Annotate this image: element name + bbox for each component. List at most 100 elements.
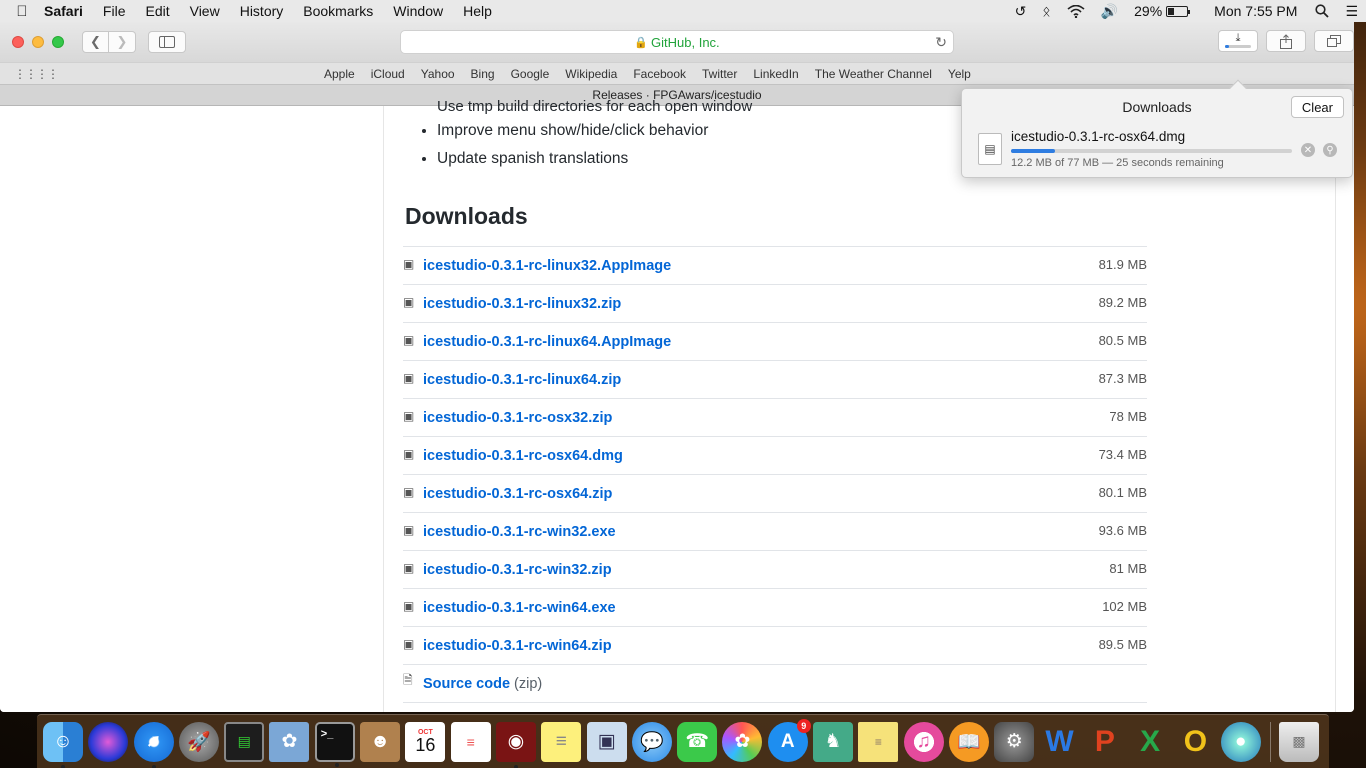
close-window-button[interactable] <box>12 36 24 48</box>
spotlight-search-icon[interactable] <box>1307 4 1337 18</box>
reload-icon[interactable]: ↻ <box>935 34 947 51</box>
back-button[interactable]: ❮ <box>82 31 109 53</box>
favorite-weather-channel[interactable]: The Weather Channel <box>807 67 940 81</box>
downloads-heading: Downloads <box>405 203 528 229</box>
asset-link[interactable]: icestudio-0.3.1-rc-win64.zip <box>423 638 612 654</box>
menu-edit[interactable]: Edit <box>135 3 179 19</box>
powerpoint-icon[interactable]: P <box>1085 722 1125 762</box>
share-button[interactable] <box>1266 30 1306 52</box>
asset-link[interactable]: icestudio-0.3.1-rc-linux64.AppImage <box>423 334 671 350</box>
clock[interactable]: Mon 7:55 PM <box>1196 3 1307 19</box>
fullscreen-window-button[interactable] <box>52 36 64 48</box>
chess-icon[interactable]: ♞ <box>813 721 854 762</box>
package-icon: ▣ <box>403 560 415 575</box>
asset-link[interactable]: icestudio-0.3.1-rc-win32.exe <box>423 524 616 540</box>
photos-icon[interactable]: ✿ <box>722 721 763 762</box>
itunes-icon[interactable]: ♫ <box>903 721 944 762</box>
calendar-icon[interactable]: OCT 16 <box>405 721 446 762</box>
favorite-google[interactable]: Google <box>503 67 558 81</box>
minimize-window-button[interactable] <box>32 36 44 48</box>
menu-help[interactable]: Help <box>453 3 502 19</box>
favorite-facebook[interactable]: Facebook <box>625 67 694 81</box>
image-capture-icon[interactable]: ▣ <box>586 721 627 762</box>
favorite-icloud[interactable]: iCloud <box>363 67 413 81</box>
menu-bar:  Safari File Edit View History Bookmark… <box>0 0 1366 22</box>
battery-status[interactable]: 29% <box>1126 3 1196 19</box>
address-bar[interactable]: 🔒 GitHub, Inc. ↻ <box>400 30 954 54</box>
favorite-yahoo[interactable]: Yahoo <box>413 67 463 81</box>
cancel-download-icon[interactable]: ✕ <box>1301 143 1315 157</box>
web-page: Use tmp build directories for each open … <box>0 98 1354 712</box>
app-store-icon[interactable]: A9 <box>767 718 811 762</box>
stickies-icon[interactable]: ≡ <box>858 721 899 762</box>
favorite-yelp[interactable]: Yelp <box>940 67 979 81</box>
menu-app-safari[interactable]: Safari <box>44 3 93 19</box>
asset-link[interactable]: icestudio-0.3.1-rc-osx32.zip <box>423 410 612 426</box>
favorite-linkedin[interactable]: LinkedIn <box>745 67 806 81</box>
bluetooth-icon[interactable]: ᛟ <box>1034 3 1058 19</box>
contacts-icon[interactable]: ☻ <box>360 721 401 762</box>
asset-row: ▣ icestudio-0.3.1-rc-osx64.zip 80.1 MB <box>403 475 1147 513</box>
dock: ☺ ➚ 🚀 ▤ ✿ >_ ☻ OCT 16 ≡ ◉ ≡ ▣ 💬 ☎ ✿ A9 ♞… <box>37 714 1329 768</box>
network-icon[interactable]: ● <box>1220 721 1261 762</box>
launchpad-icon[interactable]: 🚀 <box>178 721 219 762</box>
messages-icon[interactable]: 💬 <box>631 721 672 762</box>
ibooks-icon[interactable]: 📖 <box>948 721 989 762</box>
asset-link[interactable]: icestudio-0.3.1-rc-linux64.zip <box>423 372 621 388</box>
source-code-label: Source code <box>423 675 511 692</box>
app-store-badge: 9 <box>796 718 811 733</box>
wifi-icon[interactable] <box>1059 4 1093 18</box>
reveal-in-finder-icon[interactable]: ⚲ <box>1323 143 1337 157</box>
word-icon[interactable]: W <box>1040 722 1080 762</box>
safari-icon[interactable]: ➚ <box>133 721 174 768</box>
package-icon: ▣ <box>403 256 415 271</box>
activity-monitor-icon[interactable]: ▤ <box>224 721 265 762</box>
favorite-apple[interactable]: Apple <box>316 67 363 81</box>
system-preferences-icon[interactable]: ⚙ <box>994 721 1035 762</box>
trash-icon[interactable]: ▩ <box>1279 721 1320 762</box>
menu-file[interactable]: File <box>93 3 136 19</box>
siri-icon[interactable] <box>88 721 129 762</box>
zip-file-icon: 🗎 <box>403 673 413 687</box>
notes-icon[interactable]: ≡ <box>541 721 582 762</box>
source-code-suffix: (zip) <box>514 675 543 692</box>
menu-view[interactable]: View <box>180 3 230 19</box>
asset-link[interactable]: icestudio-0.3.1-rc-osx64.zip <box>423 486 612 502</box>
reminders-icon[interactable]: ≡ <box>450 721 491 762</box>
menu-bookmarks[interactable]: Bookmarks <box>293 3 383 19</box>
favorite-twitter[interactable]: Twitter <box>694 67 745 81</box>
asset-link[interactable]: icestudio-0.3.1-rc-win32.zip <box>423 562 612 578</box>
source-code-link[interactable]: Source code (zip) <box>423 676 542 692</box>
apple-menu-icon[interactable]:  <box>0 3 44 20</box>
asset-link[interactable]: icestudio-0.3.1-rc-linux32.AppImage <box>423 258 671 274</box>
outlook-icon[interactable]: O <box>1175 722 1215 762</box>
notification-center-icon[interactable]: ☰ <box>1337 3 1366 20</box>
menu-window[interactable]: Window <box>383 3 453 19</box>
finder-icon[interactable]: ☺ <box>43 721 83 768</box>
top-sites-grid-icon[interactable]: ⋮⋮⋮⋮ <box>14 67 59 81</box>
dmg-file-icon[interactable]: ▤ <box>978 133 1002 165</box>
package-icon: ▣ <box>403 446 415 461</box>
asset-link[interactable]: icestudio-0.3.1-rc-win64.exe <box>423 600 616 616</box>
asset-size: 73.4 MB <box>1098 447 1147 462</box>
asset-link[interactable]: icestudio-0.3.1-rc-osx64.dmg <box>423 448 623 464</box>
asset-size: 89.2 MB <box>1098 295 1147 310</box>
volume-icon[interactable]: 🔊 <box>1093 3 1126 20</box>
preview-icon[interactable]: ✿ <box>269 721 310 762</box>
forward-button[interactable]: ❯ <box>109 31 136 53</box>
favorite-wikipedia[interactable]: Wikipedia <box>557 67 625 81</box>
tabs-overview-button[interactable] <box>1314 30 1354 52</box>
package-icon: ▣ <box>403 636 415 651</box>
time-machine-icon[interactable]: ↺ <box>1007 3 1035 20</box>
favorite-bing[interactable]: Bing <box>463 67 503 81</box>
menu-history[interactable]: History <box>230 3 294 19</box>
terminal-icon[interactable]: >_ <box>314 721 355 767</box>
downloads-button[interactable]: ⤓ <box>1218 30 1258 52</box>
sidebar-toggle-button[interactable] <box>148 31 186 53</box>
facetime-icon[interactable]: ☎ <box>677 721 718 762</box>
asset-size: 80.5 MB <box>1098 333 1147 348</box>
photo-booth-icon[interactable]: ◉ <box>495 721 536 768</box>
clear-downloads-button[interactable]: Clear <box>1290 96 1344 118</box>
excel-icon[interactable]: X <box>1130 722 1170 762</box>
asset-link[interactable]: icestudio-0.3.1-rc-linux32.zip <box>423 296 621 312</box>
